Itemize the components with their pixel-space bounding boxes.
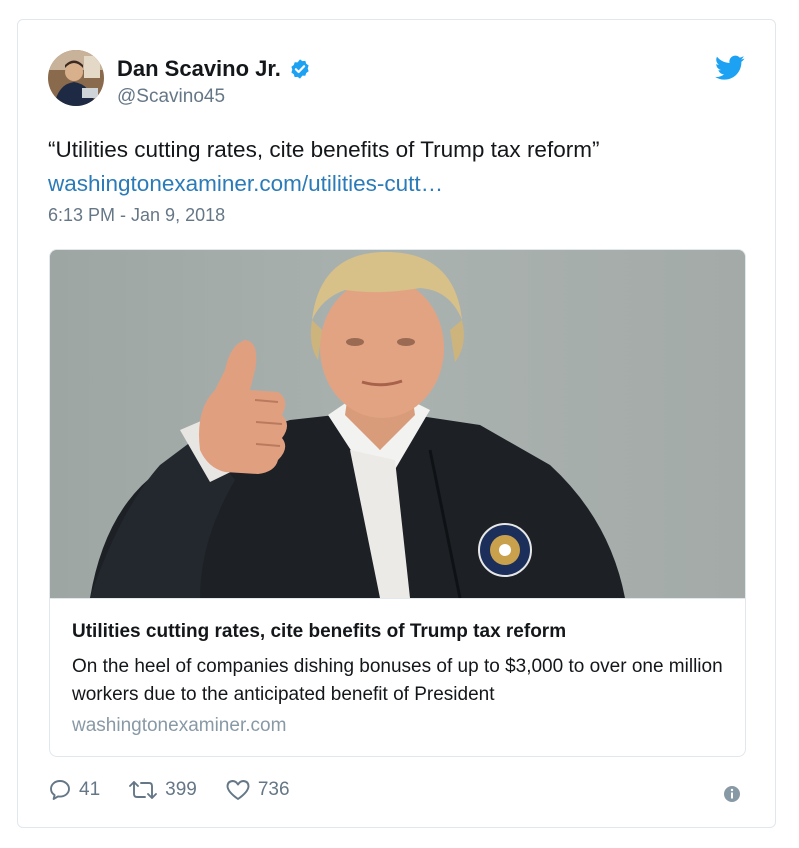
link-card-title[interactable]: Utilities cutting rates, cite benefits o… bbox=[72, 621, 566, 643]
reply-button[interactable]: 41 bbox=[48, 778, 100, 802]
tweet-actions: 41 399 736 bbox=[48, 776, 318, 804]
link-card-body[interactable]: Utilities cutting rates, cite benefits o… bbox=[50, 598, 745, 756]
link-preview-card[interactable]: Utilities cutting rates, cite benefits o… bbox=[49, 249, 746, 757]
reply-icon bbox=[50, 780, 70, 800]
like-count: 736 bbox=[257, 779, 290, 800]
verified-badge-icon bbox=[289, 58, 311, 80]
link-card-domain: washingtonexaminer.com bbox=[72, 715, 287, 736]
info-icon[interactable] bbox=[723, 785, 741, 803]
retweet-icon bbox=[129, 781, 158, 799]
tweet-timestamp[interactable]: 6:13 PM - Jan 9, 2018 bbox=[48, 205, 225, 226]
author-display-name[interactable]: Dan Scavino Jr. bbox=[117, 56, 311, 82]
twitter-bird-icon[interactable] bbox=[715, 55, 745, 81]
reply-count: 41 bbox=[79, 779, 101, 800]
retweet-count: 399 bbox=[165, 779, 197, 800]
display-name-text[interactable]: Dan Scavino Jr. bbox=[117, 56, 281, 82]
link-card-description: On the heel of companies dishing bonuses… bbox=[72, 656, 723, 705]
retweet-button[interactable]: 399 bbox=[128, 778, 197, 802]
heart-icon bbox=[226, 780, 250, 800]
tweet-text: “Utilities cutting rates, cite benefits … bbox=[48, 137, 600, 162]
link-card-image[interactable] bbox=[50, 250, 745, 598]
tweet-card[interactable]: Dan Scavino Jr. @Scavino45 “Utilities cu… bbox=[17, 19, 776, 828]
tweet-link[interactable]: washingtonexaminer.com/utilities-cutt… bbox=[48, 169, 443, 198]
author-handle[interactable]: @Scavino45 bbox=[117, 86, 225, 108]
avatar[interactable] bbox=[48, 50, 104, 106]
like-button[interactable]: 736 bbox=[225, 778, 290, 802]
